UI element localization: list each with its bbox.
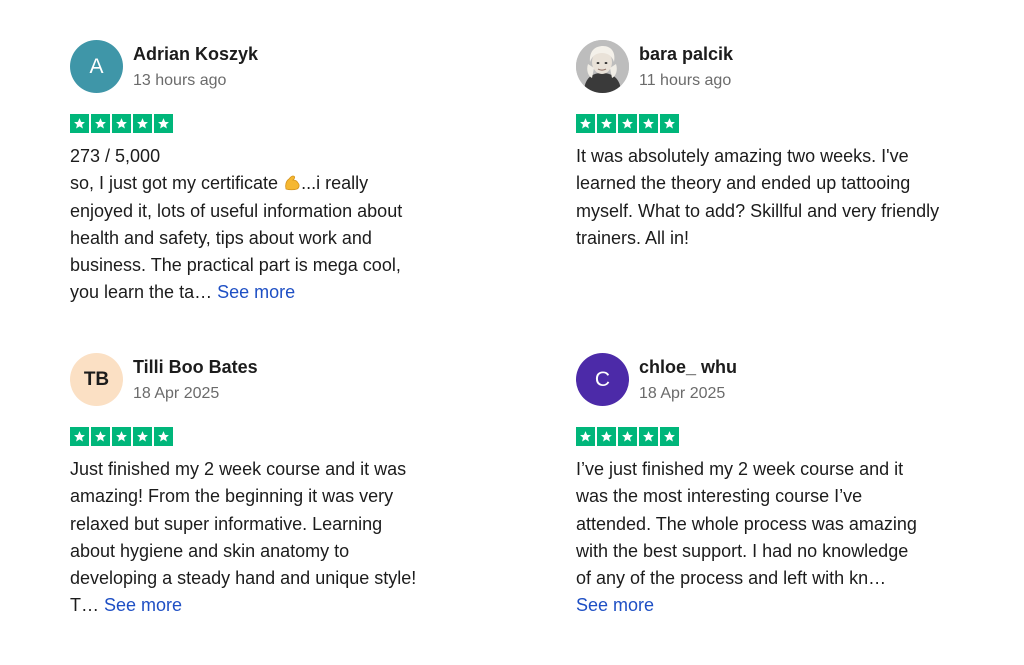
see-more-link[interactable]: See more: [576, 595, 654, 615]
review-header: A Adrian Koszyk 13 hours ago: [70, 40, 490, 96]
avatar[interactable]: C: [576, 353, 629, 406]
review-card: A Adrian Koszyk 13 hours ago 273 / 5,000…: [70, 40, 490, 307]
star-icon: [154, 427, 173, 446]
star-icon: [639, 427, 658, 446]
star-icon: [112, 427, 131, 446]
star-icon: [660, 427, 679, 446]
reviewer-name[interactable]: bara palcik: [639, 43, 733, 65]
star-icon: [660, 114, 679, 133]
star-rating: [576, 427, 996, 446]
review-date: 11 hours ago: [639, 72, 732, 89]
star-icon: [597, 427, 616, 446]
review-card: bara palcik 11 hours ago It was absolute…: [576, 40, 996, 252]
review-text-part: so, I just got my certificate: [70, 173, 284, 194]
star-icon: [597, 114, 616, 133]
profile-photo-icon: [576, 40, 629, 93]
star-icon: [618, 427, 637, 446]
review-header: TB Tilli Boo Bates 18 Apr 2025: [70, 353, 490, 409]
avatar[interactable]: TB: [70, 353, 123, 406]
avatar[interactable]: A: [70, 40, 123, 93]
star-rating: [70, 427, 490, 446]
review-text-part: Just finished my 2 week course and it wa…: [70, 459, 417, 616]
reviewer-info: Adrian Koszyk 13 hours ago: [133, 40, 258, 91]
reviewer-info: Tilli Boo Bates 18 Apr 2025: [133, 353, 258, 404]
flexed-biceps-icon: [283, 172, 301, 191]
star-icon: [133, 427, 152, 446]
star-icon: [618, 114, 637, 133]
reviewer-info: chloe_ whu 18 Apr 2025: [639, 353, 737, 404]
star-icon: [91, 114, 110, 133]
review-header: C chloe_ whu 18 Apr 2025: [576, 353, 996, 409]
review-text: Just finished my 2 week course and it wa…: [70, 456, 490, 620]
star-icon: [154, 114, 173, 133]
star-icon: [112, 114, 131, 133]
reviewer-name[interactable]: Adrian Koszyk: [133, 43, 258, 65]
review-date: 13 hours ago: [133, 72, 227, 89]
reviewer-name[interactable]: Tilli Boo Bates: [133, 356, 258, 378]
reviewer-info: bara palcik 11 hours ago: [639, 40, 733, 91]
star-rating: [70, 114, 490, 133]
star-rating: [576, 114, 996, 133]
star-icon: [70, 114, 89, 133]
star-icon: [91, 427, 110, 446]
review-date: 18 Apr 2025: [639, 385, 726, 402]
review-text: I’ve just finished my 2 week course and …: [576, 456, 996, 620]
star-icon: [639, 114, 658, 133]
see-more-link[interactable]: See more: [217, 282, 295, 302]
star-icon: [576, 427, 595, 446]
review-text: It was absolutely amazing two weeks. I'v…: [576, 146, 940, 248]
review-header: bara palcik 11 hours ago: [576, 40, 996, 96]
reviewer-name[interactable]: chloe_ whu: [639, 356, 737, 378]
review-date: 18 Apr 2025: [133, 385, 220, 402]
review-text-part: I’ve just finished my 2 week course and …: [576, 459, 917, 589]
review-card: C chloe_ whu 18 Apr 2025 I’ve just finis…: [576, 353, 996, 620]
star-icon: [70, 427, 89, 446]
star-icon: [133, 114, 152, 133]
review-text: 273 / 5,000 so, I just got my certificat…: [70, 143, 490, 307]
star-icon: [576, 114, 595, 133]
review-card: TB Tilli Boo Bates 18 Apr 2025 Just fini…: [70, 353, 490, 620]
character-counter: 273 / 5,000: [70, 146, 161, 166]
see-more-link[interactable]: See more: [104, 595, 182, 615]
avatar[interactable]: [576, 40, 629, 93]
